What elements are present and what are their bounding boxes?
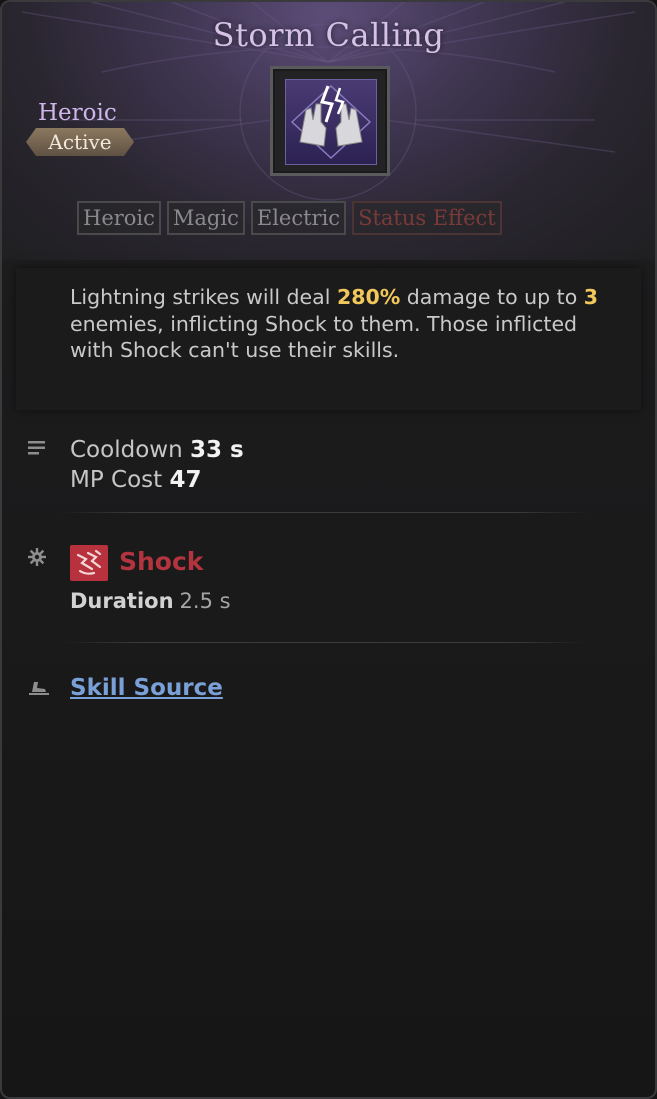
duration-label: Duration bbox=[70, 589, 174, 613]
shock-effect-icon bbox=[70, 545, 108, 581]
damage-value: 280% bbox=[336, 285, 401, 309]
lightning-hands-icon bbox=[290, 84, 372, 160]
effect-duration: Duration 2.5 s bbox=[70, 589, 231, 613]
skill-description: Lightning strikes will deal 280% damage … bbox=[70, 284, 615, 364]
mp-cost-value: 47 bbox=[169, 467, 202, 493]
status-effect-name: Shock bbox=[119, 547, 204, 576]
tag-heroic: Heroic bbox=[77, 201, 161, 235]
section-divider bbox=[60, 512, 590, 513]
skill-type-badge: Active bbox=[26, 128, 134, 156]
tag-magic: Magic bbox=[166, 201, 245, 235]
list-icon bbox=[28, 441, 45, 455]
duration-value: 2.5 s bbox=[179, 589, 231, 613]
tag-electric: Electric bbox=[250, 201, 347, 235]
cooldown-row: Cooldown 33 s bbox=[70, 435, 244, 465]
description-text: Lightning strikes will deal bbox=[70, 285, 337, 309]
shock-glyph-icon bbox=[76, 549, 102, 575]
section-divider bbox=[60, 642, 590, 643]
skill-stats: Cooldown 33 s MP Cost 47 bbox=[70, 435, 244, 495]
mp-cost-label: MP Cost bbox=[70, 467, 163, 493]
description-box: Lightning strikes will deal 280% damage … bbox=[16, 268, 641, 410]
book-source-icon bbox=[29, 682, 49, 695]
description-text: damage to up to bbox=[400, 285, 584, 309]
cooldown-value: 33 s bbox=[189, 437, 244, 463]
description-text: enemies, inflicting Shock to them. Those… bbox=[70, 311, 578, 363]
tooltip-header: Storm Calling Heroic Active Heroic Magic… bbox=[2, 2, 655, 260]
skill-title: Storm Calling bbox=[212, 16, 445, 54]
rarity-label: Heroic bbox=[38, 100, 117, 126]
target-count: 3 bbox=[583, 285, 599, 309]
skill-icon-background bbox=[285, 79, 377, 165]
gear-icon bbox=[28, 548, 46, 566]
mp-cost-row: MP Cost 47 bbox=[70, 465, 244, 495]
cooldown-label: Cooldown bbox=[70, 437, 183, 463]
skill-icon-frame bbox=[270, 66, 390, 176]
skill-tag-list: Heroic Magic Electric Status Effect bbox=[77, 201, 502, 235]
skill-tooltip-panel: Storm Calling Heroic Active Heroic Magic… bbox=[0, 0, 657, 1099]
tag-status-effect: Status Effect bbox=[352, 201, 502, 235]
skill-source-link[interactable]: Skill Source bbox=[70, 675, 223, 701]
